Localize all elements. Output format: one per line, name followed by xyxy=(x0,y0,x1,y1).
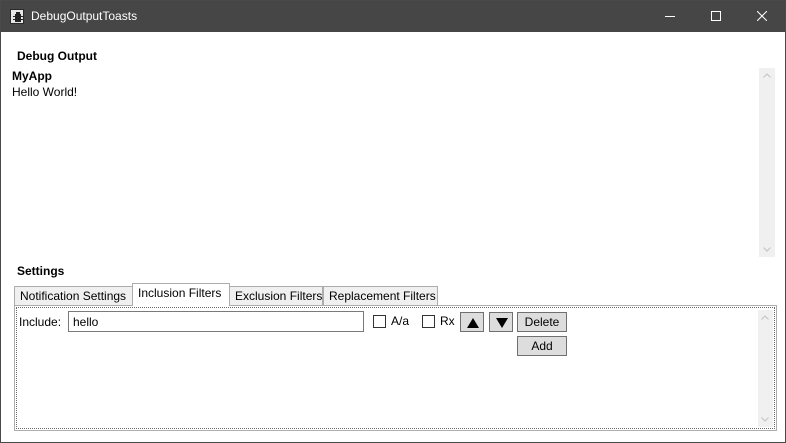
move-up-button[interactable] xyxy=(460,312,484,332)
window-title: DebugOutputToasts xyxy=(31,9,138,23)
close-button[interactable] xyxy=(739,1,785,32)
include-filter-input[interactable] xyxy=(68,311,364,332)
regex-checkbox[interactable] xyxy=(422,315,435,328)
add-button[interactable]: Add xyxy=(517,336,567,356)
filter-list-scrollbar[interactable] xyxy=(758,310,773,427)
output-entry-app: MyApp xyxy=(12,69,52,83)
include-label: Include: xyxy=(19,315,62,329)
maximize-icon xyxy=(711,11,721,21)
minimize-button[interactable] xyxy=(647,1,693,32)
output-scrollbar[interactable] xyxy=(759,68,775,257)
scroll-down-icon[interactable] xyxy=(762,244,772,254)
tab-exclusion-filters[interactable]: Exclusion Filters xyxy=(229,286,323,306)
maximize-button[interactable] xyxy=(693,1,739,32)
app-icon xyxy=(10,9,24,24)
tab-inclusion-filters[interactable]: Inclusion Filters xyxy=(132,283,230,306)
case-sensitive-checkbox[interactable] xyxy=(373,315,386,328)
tab-notification-settings[interactable]: Notification Settings xyxy=(14,286,133,306)
case-sensitive-label[interactable]: A/a xyxy=(391,314,409,328)
main-window: DebugOutputToasts Debug Output MyApp Hel… xyxy=(0,0,786,443)
debug-output-list[interactable]: MyApp Hello World! xyxy=(7,67,777,257)
triangle-up-icon xyxy=(467,318,479,328)
scroll-down-icon[interactable] xyxy=(760,414,770,424)
title-bar[interactable]: DebugOutputToasts xyxy=(1,1,785,32)
tab-replacement-filters[interactable]: Replacement Filters xyxy=(323,286,438,306)
delete-button[interactable]: Delete xyxy=(517,312,567,332)
regex-label[interactable]: Rx xyxy=(440,314,455,328)
output-entry-message: Hello World! xyxy=(12,85,78,99)
scroll-up-icon[interactable] xyxy=(760,313,770,323)
triangle-down-icon xyxy=(496,318,508,328)
minimize-icon xyxy=(665,16,675,17)
close-icon xyxy=(757,11,767,21)
settings-heading: Settings xyxy=(17,264,65,278)
debug-output-heading: Debug Output xyxy=(17,49,97,63)
move-down-button[interactable] xyxy=(489,312,513,332)
scroll-up-icon[interactable] xyxy=(762,71,772,81)
